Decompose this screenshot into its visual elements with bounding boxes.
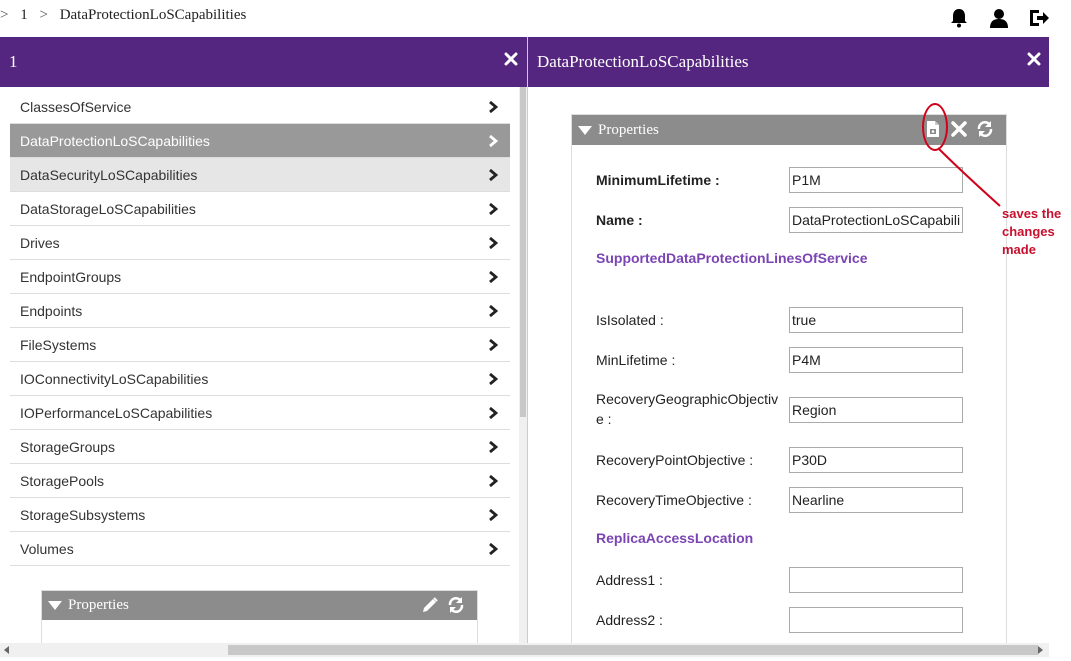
list-item[interactable]: StorageSubsystems xyxy=(10,498,510,532)
pencil-icon[interactable] xyxy=(421,596,439,614)
list-item-label: DataProtectionLoSCapabilities xyxy=(20,132,210,149)
vertical-scrollbar-thumb[interactable] xyxy=(520,87,526,417)
breadcrumb-item-1[interactable]: 1 xyxy=(20,7,28,24)
list-item-label: FileSystems xyxy=(20,336,97,353)
chevron-right-icon[interactable] xyxy=(488,202,498,216)
address1-input[interactable] xyxy=(789,567,963,593)
close-icon[interactable] xyxy=(504,52,518,66)
field-label: IsIsolated : xyxy=(596,312,664,328)
chevron-right-icon[interactable] xyxy=(488,372,498,386)
list-item[interactable]: DataSecurityLoSCapabilities xyxy=(10,158,510,192)
annotation-arrow xyxy=(937,147,1001,207)
list-item-label: DataStorageLoSCapabilities xyxy=(20,200,196,217)
field-label: Address2 : xyxy=(596,612,663,628)
list-item-label: DataSecurityLoSCapabilities xyxy=(20,166,198,183)
logout-icon[interactable] xyxy=(1027,6,1051,30)
min-lifetime-input[interactable] xyxy=(789,347,963,373)
field-label: MinLifetime : xyxy=(596,352,676,368)
list-item-label: EndpointGroups xyxy=(20,268,122,285)
triangle-down-icon[interactable] xyxy=(578,125,592,135)
horizontal-scrollbar-thumb[interactable] xyxy=(228,645,1038,655)
address2-input[interactable] xyxy=(789,607,963,633)
bell-icon[interactable] xyxy=(947,6,971,30)
right-panel-title: DataProtectionLoSCapabilities xyxy=(537,52,749,71)
chevron-right-icon[interactable] xyxy=(488,338,498,352)
chevron-right-icon[interactable] xyxy=(488,542,498,556)
right-panel: DataProtectionLoSCapabilities Properties… xyxy=(527,37,1049,643)
list-item-label: StorageSubsystems xyxy=(20,506,146,523)
user-icon[interactable] xyxy=(987,6,1011,30)
chevron-right-icon[interactable] xyxy=(488,236,498,250)
left-panel: 1 ClassesOfService DataProtectionLoSCapab… xyxy=(0,37,527,643)
list-item-label: IOPerformanceLoSCapabilities xyxy=(20,404,213,421)
list-item[interactable]: ClassesOfService xyxy=(10,90,510,124)
list-item-label: Volumes xyxy=(20,540,74,557)
left-panel-header: 1 xyxy=(0,37,527,87)
chevron-right-icon[interactable] xyxy=(488,168,498,182)
close-icon[interactable] xyxy=(1027,52,1041,66)
list-item-label: IOConnectivityLoSCapabilities xyxy=(20,370,209,387)
list-item-label: Drives xyxy=(20,234,60,251)
field-label: RecoveryPointObjective : xyxy=(596,452,754,468)
breadcrumb-separator: > xyxy=(0,7,9,23)
list-item[interactable]: StoragePools xyxy=(10,464,510,498)
properties-header[interactable]: Properties xyxy=(42,591,477,620)
recovery-time-objective-input[interactable] xyxy=(789,487,963,513)
chevron-right-icon[interactable] xyxy=(488,134,498,148)
list-item-label: StoragePools xyxy=(20,472,105,489)
chevron-right-icon[interactable] xyxy=(488,440,498,454)
chevron-right-icon[interactable] xyxy=(488,474,498,488)
triangle-down-icon[interactable] xyxy=(48,601,62,610)
breadcrumb-item-current[interactable]: DataProtectionLoSCapabilities xyxy=(60,7,247,24)
list-item[interactable]: FileSystems xyxy=(10,328,510,362)
list-item[interactable]: Volumes xyxy=(10,532,510,566)
list-item[interactable]: DataStorageLoSCapabilities xyxy=(10,192,510,226)
field-label: Name : xyxy=(596,212,643,228)
scroll-right-arrow-icon[interactable] xyxy=(1038,646,1043,654)
properties-title: Properties xyxy=(598,121,659,138)
recovery-point-objective-input[interactable] xyxy=(789,447,963,473)
list-item[interactable]: StorageGroups xyxy=(10,430,510,464)
refresh-icon[interactable] xyxy=(447,596,465,614)
breadcrumb-separator: > xyxy=(39,7,48,23)
breadcrumb: > 1 > DataProtectionLoSCapabilities xyxy=(0,7,246,24)
left-panel-title: 1 xyxy=(9,52,18,71)
properties-title: Properties xyxy=(68,597,129,613)
field-label: RecoveryTimeObjective : xyxy=(596,492,752,508)
list-item-label: Endpoints xyxy=(20,302,83,319)
list-item[interactable]: DataProtectionLoSCapabilities xyxy=(10,124,510,158)
top-bar: > 1 > DataProtectionLoSCapabilities xyxy=(0,0,1071,37)
list-item[interactable]: Endpoints xyxy=(10,294,510,328)
list-item[interactable]: Drives xyxy=(10,226,510,260)
section-title-supported-lines: SupportedDataProtectionLinesOfService xyxy=(596,250,868,266)
scroll-left-arrow-icon[interactable] xyxy=(4,646,9,654)
right-panel-header: DataProtectionLoSCapabilities xyxy=(528,37,1049,87)
annotation-text: saves the changes made xyxy=(1002,206,1062,257)
chevron-right-icon[interactable] xyxy=(488,304,498,318)
refresh-icon[interactable] xyxy=(976,120,994,138)
recovery-geographic-objective-input[interactable] xyxy=(789,397,963,423)
chevron-right-icon[interactable] xyxy=(488,508,498,522)
field-label: RecoveryGeographicObjective : xyxy=(596,391,779,427)
resource-list: ClassesOfService DataProtectionLoSCapabil… xyxy=(10,90,510,566)
list-item[interactable]: IOPerformanceLoSCapabilities xyxy=(10,396,510,430)
is-isolated-input[interactable] xyxy=(789,307,963,333)
properties-panel-collapsed: Properties xyxy=(41,590,478,643)
field-label: Address1 : xyxy=(596,572,663,588)
field-label: MinimumLifetime : xyxy=(596,172,720,188)
list-item-label: StorageGroups xyxy=(20,438,115,455)
list-item[interactable]: EndpointGroups xyxy=(10,260,510,294)
close-icon[interactable] xyxy=(950,120,968,138)
chevron-right-icon[interactable] xyxy=(488,100,498,114)
chevron-right-icon[interactable] xyxy=(488,406,498,420)
list-item-label: ClassesOfService xyxy=(20,98,132,115)
list-item[interactable]: IOConnectivityLoSCapabilities xyxy=(10,362,510,396)
section-title-replica-access-location: ReplicaAccessLocation xyxy=(596,530,754,546)
chevron-right-icon[interactable] xyxy=(488,270,498,284)
